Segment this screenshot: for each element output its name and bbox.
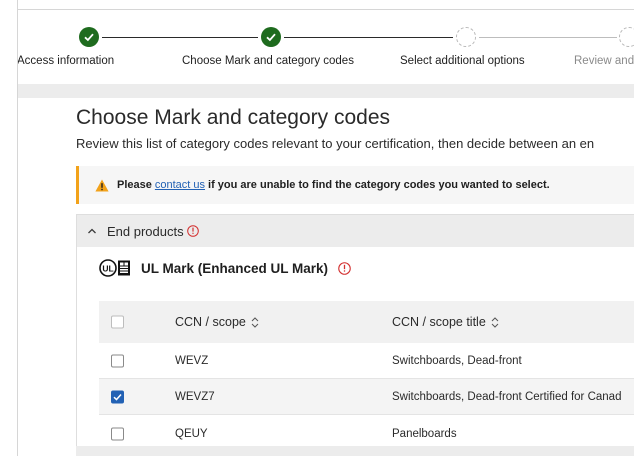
title-cell: Switchboards, Dead-front [392, 354, 522, 367]
column-header-ccn[interactable]: CCN / scope [175, 315, 259, 329]
page-description: Review this list of category codes relev… [76, 136, 595, 151]
table-row-partial [76, 446, 634, 456]
step-connector [102, 37, 258, 38]
step-complete-icon [79, 27, 99, 47]
sort-icon[interactable] [251, 317, 259, 328]
title-header-label: CCN / scope title [392, 315, 486, 329]
select-all-checkbox[interactable] [111, 315, 124, 329]
svg-text:UL: UL [102, 263, 113, 273]
page-title: Choose Mark and category codes [76, 106, 391, 129]
title-cell: Panelboards [392, 428, 457, 440]
category-table: CCN / scope CCN / scope title WEVZ Switc… [99, 301, 634, 453]
step-connector [479, 37, 617, 38]
ul-mark-logo: UL [99, 259, 130, 277]
title-cell: Switchboards, Dead-front Certified for C… [392, 390, 622, 403]
step-label-review: Review and [574, 55, 634, 67]
contact-us-link[interactable]: contact us [155, 179, 205, 191]
table-row[interactable]: WEVZ7 Switchboards, Dead-front Certified… [99, 379, 634, 415]
mark-row: UL UL Mark (Enhanced UL Mark) [99, 259, 351, 277]
ccn-cell: WEVZ7 [175, 390, 215, 403]
step-label-access[interactable]: Access information [18, 55, 114, 67]
alert-prefix: Please [117, 179, 152, 191]
step-pending-icon [619, 27, 634, 47]
info-icon[interactable] [186, 225, 199, 237]
ccn-header-label: CCN / scope [175, 315, 246, 329]
alert-suffix: if you are unable to find the category c… [208, 179, 550, 191]
step-complete-icon [261, 27, 281, 47]
ccn-cell: QEUY [175, 428, 208, 440]
step-connector [284, 37, 453, 38]
row-checkbox[interactable] [111, 354, 124, 367]
row-checkbox[interactable] [111, 427, 124, 441]
check-icon [84, 33, 94, 42]
chevron-up-icon[interactable] [87, 226, 97, 236]
table-header: CCN / scope CCN / scope title [99, 301, 634, 343]
mark-label: UL Mark (Enhanced UL Mark) [141, 260, 329, 276]
step-pending-icon [456, 27, 476, 47]
warning-icon [95, 179, 109, 191]
end-products-header[interactable]: End products [77, 215, 634, 247]
sort-icon[interactable] [491, 317, 499, 328]
checkbox-check-icon [113, 393, 122, 401]
info-icon[interactable] [338, 261, 351, 275]
step-label-choose-mark[interactable]: Choose Mark and category codes [182, 55, 354, 67]
ccn-cell: WEVZ [175, 354, 209, 367]
info-alert: Please contact us if you are unable to f… [76, 166, 634, 204]
category-panel: End products UL UL Mark (Enhanced UL Mar… [76, 214, 634, 456]
check-icon [266, 33, 276, 42]
divider-band [18, 84, 634, 98]
page-frame: Access information Choose Mark and categ… [17, 0, 634, 456]
progress-stepper: Access information Choose Mark and categ… [18, 10, 634, 84]
section-label: End products [107, 223, 184, 239]
row-checkbox[interactable] [111, 390, 124, 403]
column-header-title[interactable]: CCN / scope title [392, 315, 499, 329]
table-row[interactable]: WEVZ Switchboards, Dead-front [99, 343, 634, 379]
step-label-additional: Select additional options [400, 55, 525, 67]
